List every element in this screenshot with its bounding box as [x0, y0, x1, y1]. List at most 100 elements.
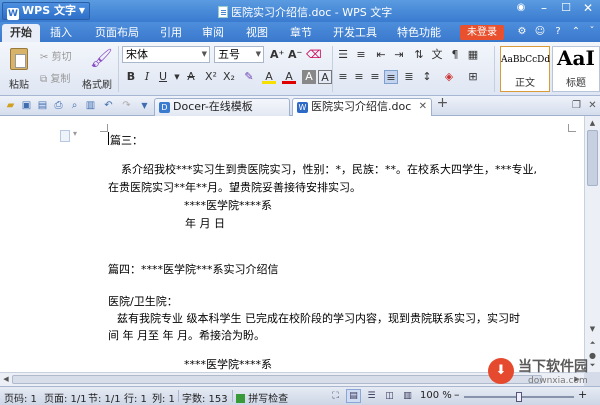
style-normal[interactable]: AaBbCcDd 正文: [500, 46, 550, 92]
shrink-font-icon[interactable]: A⁻: [288, 48, 302, 62]
tab-document[interactable]: W 医院实习介绍信.doc ✕: [292, 98, 432, 116]
paste-button[interactable]: 粘贴: [4, 46, 34, 94]
scroll-thumb[interactable]: [587, 130, 598, 186]
redo-icon[interactable]: ↷: [120, 99, 133, 112]
cut-button[interactable]: ✂ 剪切: [40, 48, 80, 63]
tab-page-layout[interactable]: 页面布局: [86, 24, 148, 42]
close-document-icon[interactable]: ✕: [586, 99, 599, 112]
save-icon[interactable]: ▣: [20, 99, 33, 112]
line-spacing-icon[interactable]: ↕: [420, 70, 434, 84]
font-color-icon[interactable]: A: [282, 70, 296, 84]
tab-chapter[interactable]: 章节: [284, 24, 318, 42]
skin-icon[interactable]: ◉: [512, 0, 530, 18]
clear-format-icon[interactable]: ⌫: [306, 48, 322, 62]
prev-page-icon[interactable]: ⏶: [587, 338, 598, 349]
tab-view[interactable]: 视图: [240, 24, 274, 42]
restore-window-icon[interactable]: ❐: [570, 99, 583, 112]
numbered-list-icon[interactable]: ≡: [354, 48, 368, 62]
borders-icon[interactable]: ⊞: [466, 70, 480, 84]
close-button[interactable]: ✕: [578, 0, 598, 18]
zoom-level[interactable]: 100 %: [420, 390, 452, 401]
tab-developer[interactable]: 开发工具: [328, 24, 382, 42]
web-view-icon[interactable]: ◫: [382, 389, 397, 403]
align-right-icon[interactable]: ≡: [368, 70, 382, 84]
zoom-slider-knob[interactable]: [516, 392, 522, 402]
style-heading[interactable]: AaI 标题: [552, 46, 600, 92]
status-section[interactable]: 节: 1/1: [88, 390, 121, 405]
status-page[interactable]: 页面: 1/1: [44, 390, 87, 405]
settings-icon[interactable]: ⚙: [516, 26, 528, 38]
maximize-button[interactable]: ☐: [556, 0, 576, 18]
increase-indent-icon[interactable]: ⇥: [392, 48, 406, 62]
customize-toolbar-icon[interactable]: ▼: [138, 99, 151, 112]
format-painter-button[interactable]: 🖌 格式刷: [82, 46, 113, 94]
scroll-thumb[interactable]: [12, 375, 542, 384]
superscript-icon[interactable]: X²: [204, 70, 218, 84]
tab-home[interactable]: 开始: [2, 24, 40, 42]
justify-icon[interactable]: ≡: [384, 70, 398, 84]
print-preview-icon[interactable]: ⌕: [68, 99, 81, 112]
page-options-icon[interactable]: [60, 129, 77, 142]
font-name-select[interactable]: 宋体 ▼: [122, 46, 210, 63]
sort-icon[interactable]: ⇅: [412, 48, 426, 62]
font-size-select[interactable]: 五号 ▼: [214, 46, 264, 63]
table-icon[interactable]: ▦: [466, 48, 480, 62]
bullet-list-icon[interactable]: ☰: [336, 48, 350, 62]
more-icon[interactable]: ˇ: [586, 26, 598, 38]
decrease-indent-icon[interactable]: ⇤: [374, 48, 388, 62]
underline-icon[interactable]: U: [156, 70, 170, 84]
char-border-icon[interactable]: A: [318, 70, 332, 84]
status-word-count[interactable]: 字数: 153: [182, 390, 228, 405]
new-document-icon[interactable]: ▤: [36, 99, 49, 112]
reading-view-icon[interactable]: ▥: [400, 389, 415, 403]
distribute-icon[interactable]: ≣: [402, 70, 416, 84]
vertical-scrollbar[interactable]: ▲ ▼ ⏶ ● ⏷: [584, 116, 600, 372]
user-icon[interactable]: ☺: [534, 26, 546, 38]
zoom-slider[interactable]: [464, 392, 574, 402]
chinese-layout-icon[interactable]: 文: [430, 48, 444, 62]
char-shading-icon[interactable]: A: [302, 70, 316, 84]
undo-icon[interactable]: ↶: [102, 99, 115, 112]
minimize-button[interactable]: –: [534, 0, 554, 18]
chevron-up-icon[interactable]: ⌃: [570, 26, 582, 38]
highlight-icon[interactable]: A: [262, 70, 276, 84]
subscript-icon[interactable]: X₂: [222, 70, 236, 84]
align-center-icon[interactable]: ≡: [352, 70, 366, 84]
scroll-down-icon[interactable]: ▼: [587, 324, 598, 335]
text-effect-icon[interactable]: ✎: [242, 70, 256, 84]
chevron-down-icon[interactable]: ▼: [170, 70, 184, 84]
bold-icon[interactable]: B: [124, 70, 138, 84]
shading-icon[interactable]: ◈: [442, 70, 456, 84]
page-view-icon[interactable]: ▤: [346, 389, 361, 403]
strikethrough-icon[interactable]: A: [184, 70, 198, 84]
help-icon[interactable]: ?: [552, 26, 564, 38]
tab-references[interactable]: 引用: [154, 24, 188, 42]
outline-view-icon[interactable]: ☰: [364, 389, 379, 403]
print-icon[interactable]: ⎙: [52, 99, 65, 112]
scroll-left-icon[interactable]: ◀: [1, 374, 11, 385]
tab-insert[interactable]: 插入: [44, 24, 78, 42]
copy-button[interactable]: ⧉ 复制: [40, 70, 80, 85]
tab-review[interactable]: 审阅: [196, 24, 230, 42]
open-folder-icon[interactable]: ▰: [4, 99, 17, 112]
italic-icon[interactable]: I: [140, 70, 154, 84]
align-left-icon[interactable]: ≡: [336, 70, 350, 84]
scroll-up-icon[interactable]: ▲: [587, 118, 598, 129]
tab-docer-templates[interactable]: D Docer-在线模板: [154, 98, 290, 116]
full-screen-view-icon[interactable]: ⛶: [328, 389, 343, 403]
download-arrow-icon: ⬇: [488, 358, 514, 384]
chevron-down-icon: ▼: [201, 50, 207, 58]
close-tab-icon[interactable]: ✕: [419, 99, 427, 115]
grow-font-icon[interactable]: A⁺: [270, 48, 284, 62]
status-page-code[interactable]: 页码: 1: [4, 390, 37, 405]
new-tab-button[interactable]: +: [436, 96, 449, 110]
zoom-out-icon[interactable]: –: [454, 388, 460, 401]
login-button[interactable]: 未登录: [460, 25, 504, 40]
tab-special[interactable]: 特色功能: [392, 24, 446, 42]
export-pdf-icon[interactable]: ▥: [84, 99, 97, 112]
document-page[interactable]: 篇三： 系介绍我校***实习生到贵医院实习，性别：*，民族：**。在校系大四学生…: [0, 116, 584, 372]
doc-line: ****医学院****系: [184, 199, 272, 212]
show-marks-icon[interactable]: ¶: [448, 48, 462, 62]
app-menu-button[interactable]: W WPS 文字 ▼: [2, 2, 90, 20]
spell-check-toggle[interactable]: 拼写检查: [236, 390, 288, 405]
